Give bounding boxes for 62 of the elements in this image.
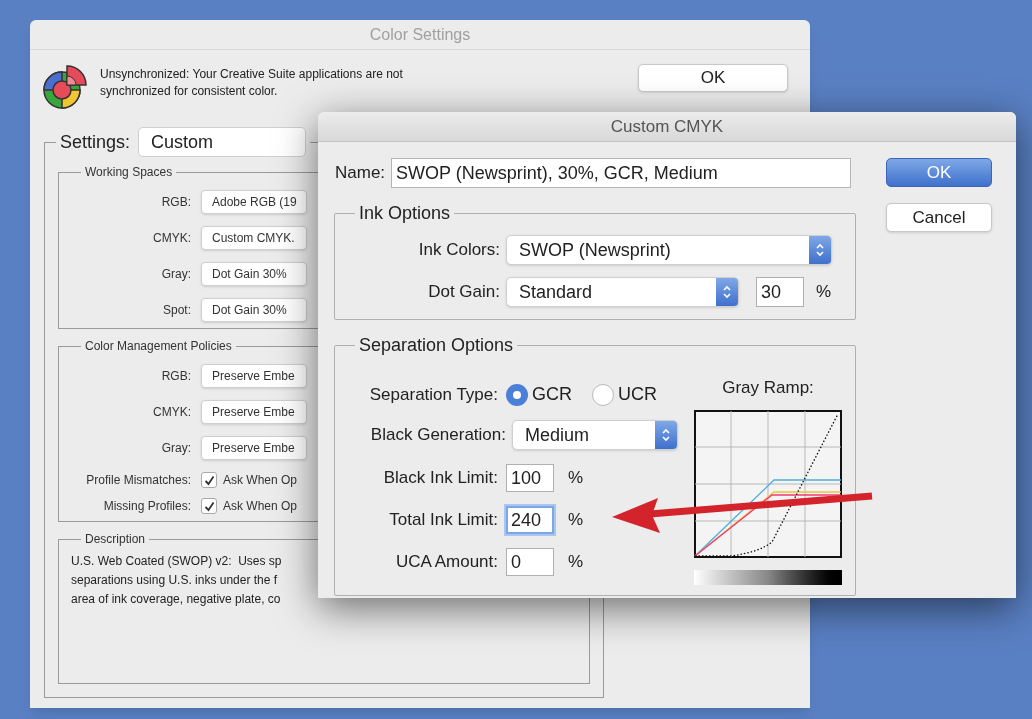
field-label: Gray: xyxy=(160,266,192,283)
graph-title: Gray Ramp: xyxy=(722,377,814,399)
dropdown[interactable]: Standard xyxy=(506,277,739,307)
checkbox-label: Ask When Op xyxy=(223,472,298,489)
field-label: Black Ink Limit: xyxy=(382,467,499,490)
field-label: UCA Amount: xyxy=(394,551,499,574)
checkbox-label: Ask When Op xyxy=(223,498,298,515)
unit-label: % xyxy=(816,281,832,304)
stepper-icon xyxy=(722,284,732,300)
name-field[interactable]: SWOP (Newsprint), 30%, GCR, Medium xyxy=(391,158,852,188)
group-title: Color Management Policies xyxy=(84,338,233,355)
group-title: Working Spaces xyxy=(84,164,174,181)
radio-button[interactable]: UCR xyxy=(592,381,657,408)
unit-label: % xyxy=(568,551,584,574)
field-label: Gray: xyxy=(160,440,192,457)
field-label: Black Generation: xyxy=(369,424,507,447)
description-text: U.S. Web Coated (SWOP) v2: Uses sp xyxy=(71,553,282,570)
field-label: Total Ink Limit: xyxy=(388,509,499,532)
group-title: Separation Options xyxy=(358,334,515,357)
dropdown[interactable]: Dot Gain 30% xyxy=(201,298,307,322)
dropdown[interactable]: SWOP (Newsprint) xyxy=(506,235,832,265)
field-label: CMYK: xyxy=(152,404,192,421)
checkbox[interactable] xyxy=(201,498,217,514)
unit-label: % xyxy=(568,467,584,490)
ink-field[interactable]: 0 xyxy=(506,548,554,576)
window-title: Color Settings xyxy=(30,20,810,50)
stepper-icon xyxy=(815,242,825,258)
field-label: Separation Type: xyxy=(368,383,499,406)
description-text: separations using U.S. inks under the f xyxy=(71,572,278,589)
dropdown[interactable]: Adobe RGB (19 xyxy=(201,190,307,214)
dialog-button[interactable]: Cancel xyxy=(886,203,992,232)
field-label: CMYK: xyxy=(152,230,192,247)
ok-button[interactable]: OK xyxy=(638,64,788,92)
description-text: area of ink coverage, negative plate, co xyxy=(71,591,281,608)
radio-button[interactable]: GCR xyxy=(506,381,572,408)
dialog-title: Custom CMYK xyxy=(318,112,1016,142)
dropdown[interactable]: Preserve Embe xyxy=(201,400,307,424)
field-label: Ink Colors: xyxy=(417,239,501,262)
dot-gain-field[interactable]: 30 xyxy=(756,277,804,307)
ink-field[interactable]: 100 xyxy=(506,464,554,492)
dropdown[interactable]: Dot Gain 30% xyxy=(201,262,307,286)
field-label: Profile Mismatches: xyxy=(85,472,192,489)
group-title: Description xyxy=(84,531,147,548)
checkbox[interactable] xyxy=(201,472,217,488)
field-label: Spot: xyxy=(161,302,192,319)
field-label: RGB: xyxy=(160,368,192,385)
dropdown[interactable]: Preserve Embe xyxy=(201,364,307,388)
group-title: Ink Options xyxy=(358,202,452,225)
ink-field[interactable]: 240 xyxy=(506,506,554,534)
field-label: RGB: xyxy=(160,194,192,211)
sync-message: Unsynchronized: Your Creative Suite applications are not synchronized for consistent color. xyxy=(100,66,404,100)
settings-dropdown[interactable]: Custom xyxy=(138,127,307,157)
settings-label: Settings: xyxy=(60,130,131,154)
dropdown[interactable]: Medium xyxy=(512,420,678,450)
stepper-icon xyxy=(661,427,671,443)
color-wheel-icon xyxy=(42,64,88,110)
dropdown[interactable]: Preserve Embe xyxy=(201,436,307,460)
field-label: Missing Profiles: xyxy=(102,498,192,515)
name-label: Name: xyxy=(334,162,387,185)
field-label: Dot Gain: xyxy=(427,281,501,304)
unit-label: % xyxy=(568,509,584,532)
dropdown[interactable]: Custom CMYK. xyxy=(201,226,307,250)
